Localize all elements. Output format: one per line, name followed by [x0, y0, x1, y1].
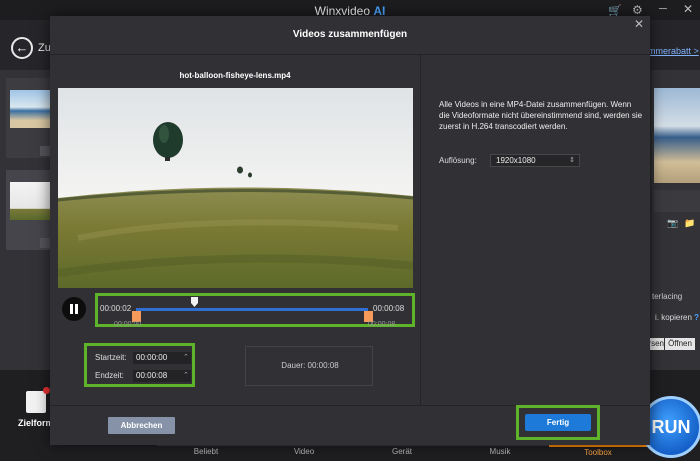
duration-caption: Dauer: [281, 361, 306, 370]
minimize-button[interactable]: ─ [659, 3, 667, 15]
pause-button[interactable] [62, 297, 86, 321]
interlacing-label: terlacing [652, 292, 683, 301]
merge-info-text: Alle Videos in eine MP4-Datei zusammenfü… [439, 100, 643, 131]
range-end-label: 00:00:08 [368, 321, 396, 328]
back-label[interactable]: Zu [38, 42, 51, 54]
playhead[interactable] [191, 297, 198, 307]
back-button[interactable]: ← [11, 37, 33, 59]
target-format-label[interactable]: Zielform [18, 418, 54, 428]
tab-toolbox[interactable]: Toolbox [549, 445, 647, 461]
trim-time-fields: Startzeit: 00:00:00 ⌃ Endzeit: 00:00:08 … [84, 343, 195, 387]
tab-beliebt[interactable]: Beliebt [157, 445, 255, 461]
copy-option-text: i. kopieren [655, 313, 692, 322]
file-list-panel [0, 70, 54, 370]
resolution-select[interactable]: 1920x1080 ⇕ [490, 154, 580, 167]
promo-link[interactable]: mmerabatt > [648, 46, 699, 56]
start-time-stepper[interactable]: ⌃ [183, 353, 189, 361]
preview-info [654, 190, 700, 212]
help-icon[interactable]: ? [694, 313, 699, 322]
video-list-item[interactable] [6, 170, 54, 250]
trim-start-time: 00:00:02 [100, 304, 132, 313]
cancel-button[interactable]: Abbrechen [108, 417, 175, 434]
video-thumbnail [10, 90, 54, 128]
target-format-icon[interactable] [26, 387, 50, 413]
finish-button-highlight: Fertig [516, 405, 600, 440]
tab-video[interactable]: Video [255, 445, 353, 461]
video-thumbnail [10, 182, 54, 220]
video-list-item[interactable] [6, 78, 54, 158]
copy-option-label: i. kopieren ? [655, 313, 699, 322]
folder-icon[interactable]: 📁 [684, 218, 695, 229]
tab-geraet[interactable]: Gerät [353, 445, 451, 461]
resolution-value: 1920x1080 [496, 156, 536, 165]
gear-icon[interactable]: ⚙ [632, 3, 643, 17]
duration-value: 00:00:08 [307, 361, 339, 370]
browse-button[interactable]: rsen [648, 338, 664, 350]
trim-end-time: 00:00:08 [373, 304, 405, 313]
window-close-button[interactable]: ✕ [683, 2, 693, 16]
end-time-label: Endzeit: [95, 371, 124, 380]
start-time-label: Startzeit: [95, 353, 127, 362]
timeline-track[interactable] [136, 308, 368, 311]
close-icon[interactable]: ✕ [634, 17, 644, 31]
dialog-title: Videos zusammenfügen [292, 29, 408, 40]
arrow-left-icon: ← [15, 40, 29, 55]
resolution-label: Auflösung: [439, 156, 477, 165]
timeline[interactable]: 00:00:02 00:00:08 00:00:00 00:00:08 [95, 293, 415, 328]
camera-icon[interactable]: 📷 [667, 218, 678, 229]
end-time-stepper[interactable]: ⌃ [183, 371, 189, 379]
duration-display: Dauer: 00:00:08 [245, 346, 373, 386]
open-folder-button[interactable]: Öffnen [665, 338, 695, 350]
merge-videos-dialog: Videos zusammenfügen ✕ hot-balloon-fishe… [50, 16, 650, 445]
video-editor-pane: hot-balloon-fisheye-lens.mp4 00:00:02 00… [50, 55, 420, 405]
options-pane: Alle Videos in eine MP4-Datei zusammenfü… [420, 55, 650, 405]
preview-thumbnail [654, 88, 700, 183]
file-name: hot-balloon-fisheye-lens.mp4 [179, 71, 291, 80]
video-frame-image [58, 88, 413, 288]
format-tabs: Beliebt Video Gerät Musik Toolbox [157, 445, 647, 461]
video-preview[interactable] [58, 88, 413, 288]
duration-label: Dauer: 00:00:08 [246, 361, 374, 370]
tab-musik[interactable]: Musik [451, 445, 549, 461]
finish-button[interactable]: Fertig [525, 414, 591, 431]
chevron-updown-icon: ⇕ [569, 157, 575, 164]
range-start-label: 00:00:00 [114, 321, 142, 328]
